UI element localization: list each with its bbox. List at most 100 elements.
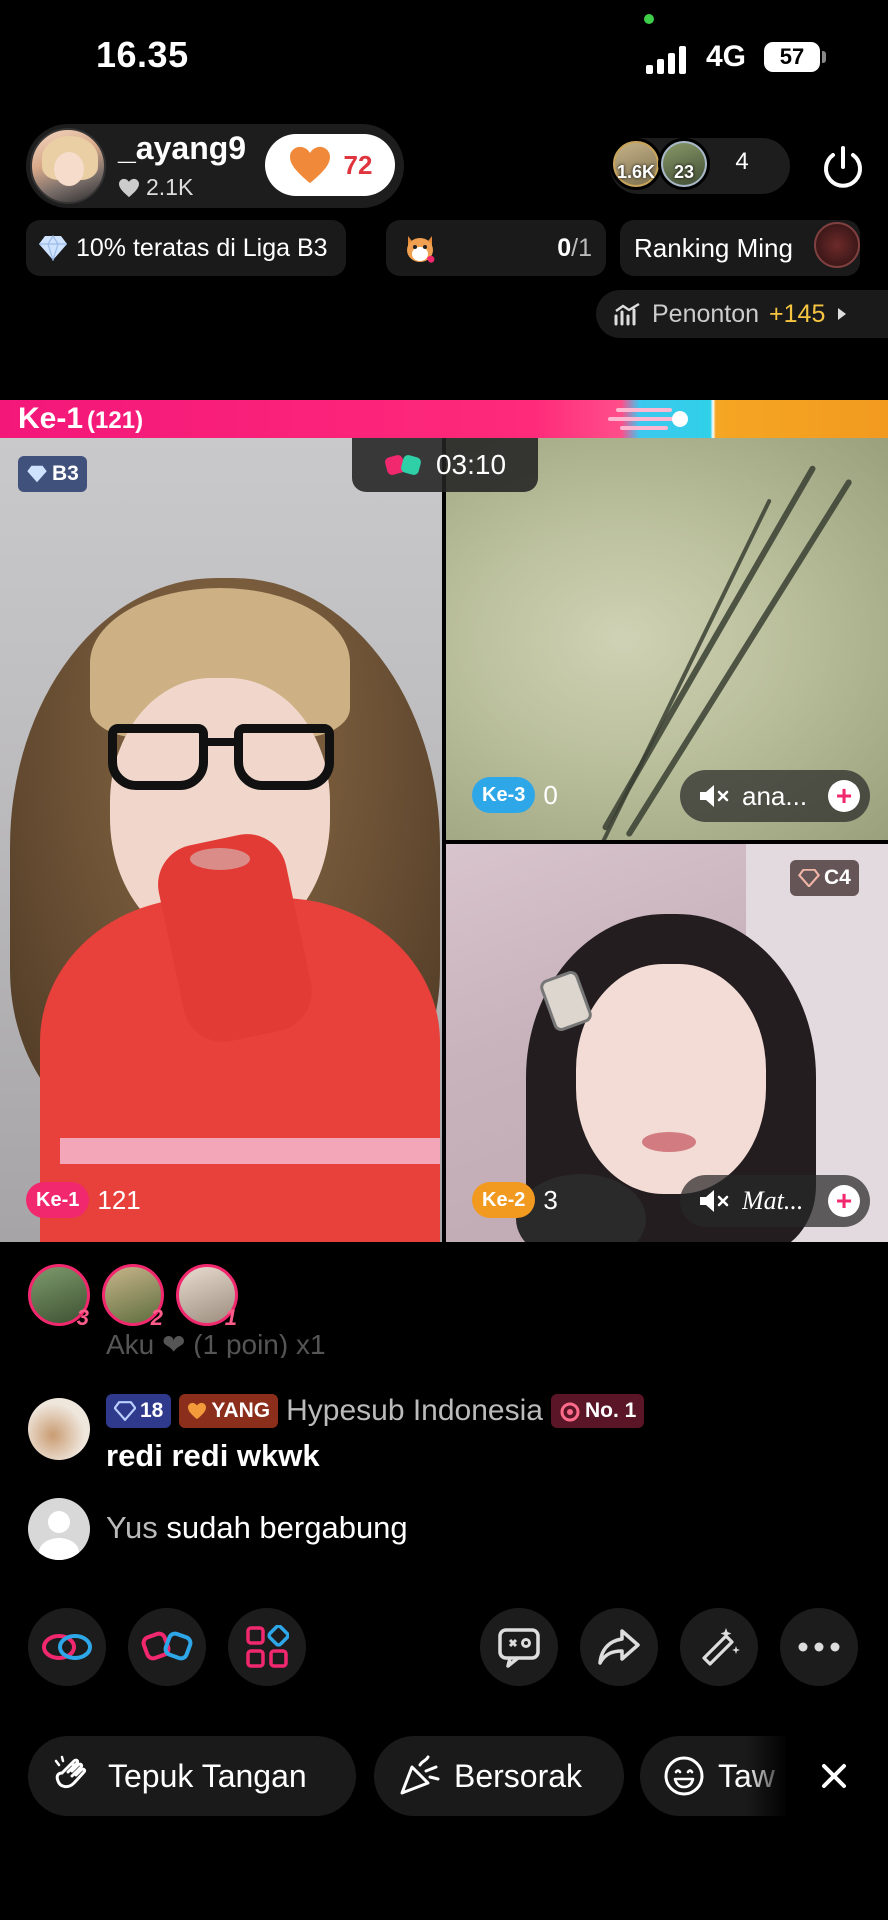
follow-count: 72 <box>343 149 373 180</box>
reaction-cheer-label: Bersorak <box>454 1757 583 1794</box>
host-likes: 2.1K <box>118 174 193 201</box>
medal-icon <box>560 1402 580 1422</box>
power-icon[interactable] <box>816 140 870 194</box>
diamond-outline-icon <box>798 869 820 887</box>
party-popper-icon <box>400 1755 440 1795</box>
top-supporter-1[interactable]: 1 <box>176 1264 238 1330</box>
top-viewer-1-label: 1.6K <box>616 162 656 182</box>
reaction-clap-label: Tepuk Tangan <box>108 1757 307 1794</box>
rank-tag-guest-3-score: 0 <box>543 779 558 810</box>
camera-indicator-dot <box>644 14 654 24</box>
ranking-badge-icon[interactable] <box>814 222 860 268</box>
top-viewer-avatar-2[interactable]: 23 <box>658 138 710 190</box>
multi-guest-button[interactable] <box>28 1608 106 1686</box>
supporter-rank: 3 <box>76 1305 89 1330</box>
penonton-delta: +145 <box>769 299 826 328</box>
rank-badge-text: No. 1 <box>584 1399 637 1422</box>
muted-speaker-icon <box>700 1190 729 1212</box>
clapping-hands-icon <box>54 1755 87 1789</box>
rank-tag-host: Ke-1 121 <box>26 1182 141 1218</box>
reaction-cheer-button[interactable]: Bersorak <box>374 1736 624 1816</box>
faded-chat-message: Aku ❤ (1 poin) x1 <box>106 1329 326 1358</box>
top-supporter-2[interactable]: 2 <box>102 1264 164 1330</box>
ellipsis-icon <box>798 1642 840 1652</box>
tier-badge-host: B3 <box>18 456 87 492</box>
league-pill[interactable]: 10% teratas di Liga B3 <box>26 220 346 276</box>
default-avatar-icon[interactable] <box>28 1498 90 1560</box>
add-guest-2-button[interactable]: + <box>828 1185 860 1217</box>
gift-goal-count: 0/1 <box>557 234 592 263</box>
heart-icon <box>119 178 139 197</box>
penonton-label: Penonton <box>652 299 760 328</box>
penonton-pill[interactable]: Penonton +145 <box>596 290 888 338</box>
fan-club-badge: YANG <box>179 1394 279 1428</box>
battle-gloves-icon <box>141 1631 193 1661</box>
league-text: 10% teratas di Liga B3 <box>76 233 328 262</box>
add-guest-3-button[interactable]: + <box>828 780 860 812</box>
grid-icon <box>246 1625 289 1668</box>
viewer-count[interactable]: 4 <box>710 148 774 176</box>
muted-speaker-icon <box>700 785 729 807</box>
battery-level: 57 <box>779 44 805 69</box>
reaction-clap-button[interactable]: Tepuk Tangan <box>28 1736 356 1816</box>
follow-button[interactable]: 72 <box>265 134 395 196</box>
chat-avatar[interactable] <box>28 1398 90 1460</box>
top-viewer-avatar-1[interactable]: 1.6K <box>610 138 662 190</box>
level-badge-text: 18 <box>140 1399 164 1422</box>
top-supporter-3[interactable]: 3 <box>28 1264 90 1330</box>
corgi-gift-icon <box>407 236 435 263</box>
gift-goal-current: 0 <box>557 233 572 262</box>
orange-heart-icon <box>289 146 330 184</box>
diamond-icon <box>39 235 67 261</box>
host-avatar[interactable] <box>30 128 106 204</box>
chevron-right-icon <box>838 308 847 320</box>
smiley-icon <box>664 1756 704 1796</box>
streak-decoration-icon <box>608 408 688 430</box>
guest-3-name-pill[interactable]: ana... + <box>680 770 870 822</box>
tier-badge-guest-2: C4 <box>790 860 859 896</box>
top-viewer-2-label: 23 <box>673 162 695 182</box>
heart-icon <box>188 1402 207 1420</box>
chat-game-icon <box>498 1628 540 1668</box>
status-time: 16.35 <box>96 34 189 75</box>
host-name[interactable]: _ayang9 <box>118 130 246 167</box>
host-likes-count: 2.1K <box>146 174 194 200</box>
chart-icon <box>614 302 640 326</box>
rank-tag-guest-2: Ke-2 3 <box>472 1182 558 1218</box>
guest-3-name: ana... <box>742 780 808 811</box>
rank-tag-guest-2-label: Ke-2 <box>472 1182 536 1218</box>
battery-tip <box>822 51 826 63</box>
rank-tag-guest-2-score: 3 <box>543 1184 558 1215</box>
more-options-button[interactable] <box>780 1608 858 1686</box>
effects-button[interactable] <box>680 1608 758 1686</box>
tier-badge-host-text: B3 <box>52 462 79 485</box>
signal-icon <box>646 46 688 74</box>
comment-button[interactable] <box>480 1608 558 1686</box>
battle-timer: 03:10 <box>352 438 538 492</box>
chat-message-text: redi redi wkwk <box>106 1438 320 1473</box>
gift-goal-total: /1 <box>571 233 592 262</box>
level-badge: 18 <box>106 1394 172 1428</box>
video-panel-host[interactable] <box>0 438 442 1242</box>
share-button[interactable] <box>580 1608 658 1686</box>
network-type: 4G <box>706 40 747 73</box>
diamond-icon <box>114 1401 136 1421</box>
close-icon[interactable] <box>808 1750 860 1802</box>
guest-2-name-pill[interactable]: Mat... + <box>680 1175 870 1227</box>
chat-username[interactable]: Hypesub Indonesia <box>286 1394 543 1428</box>
gift-goal-pill[interactable]: 0/1 <box>386 220 606 276</box>
join-username[interactable]: Yus <box>106 1510 158 1545</box>
battle-button[interactable] <box>128 1608 206 1686</box>
more-features-button[interactable] <box>228 1608 306 1686</box>
battle-timer-text: 03:10 <box>435 449 507 480</box>
rank-tag-guest-3-label: Ke-3 <box>472 777 536 813</box>
battery-icon: 57 <box>764 42 820 72</box>
rank-tag-guest-3: Ke-3 0 <box>472 777 558 813</box>
battle-gloves-icon <box>385 455 421 475</box>
rank-badge: No. 1 <box>550 1394 645 1428</box>
share-arrow-icon <box>598 1629 640 1665</box>
battle-score: (121) <box>87 407 144 434</box>
ranking-label: Ranking Ming <box>634 232 793 263</box>
join-message: Yus sudah bergabung <box>106 1510 408 1546</box>
diamond-icon <box>27 465 47 483</box>
